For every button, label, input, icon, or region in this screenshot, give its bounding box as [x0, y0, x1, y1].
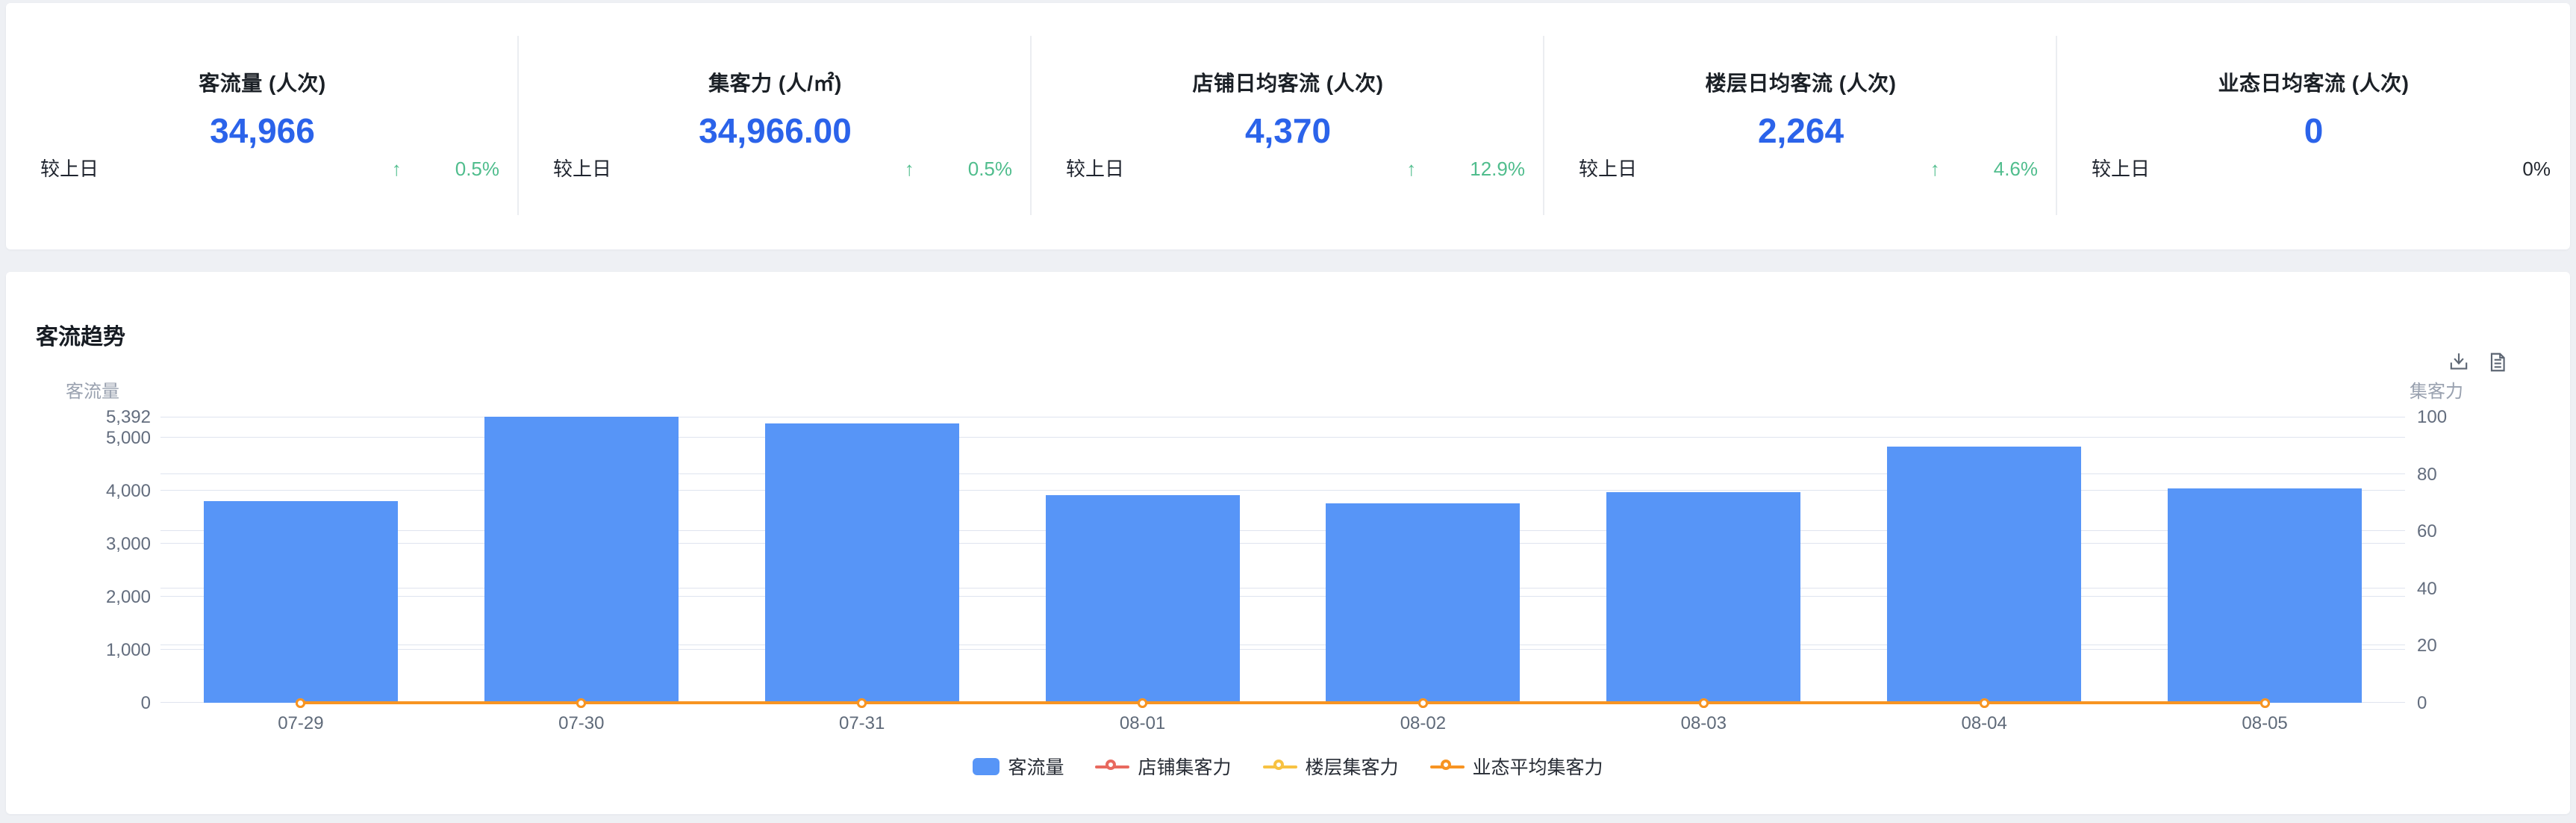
chart-toolbox — [2448, 351, 2509, 373]
x-tick-label: 08-05 — [2209, 713, 2321, 734]
line-marker — [2260, 698, 2270, 708]
kpi-change: 0.5% — [455, 158, 499, 181]
y-tick-label-left: 5,392 — [33, 407, 151, 428]
kpi-change-group: ↑ 0.5% — [392, 158, 499, 181]
kpi-title: 客流量 (人次) — [6, 67, 519, 97]
legend-item[interactable]: 业态平均集客力 — [1430, 753, 1603, 780]
kpi-compare-label: 较上日 — [2092, 154, 2150, 181]
x-tick-label: 07-29 — [245, 713, 357, 734]
line-marker — [857, 698, 867, 708]
x-tick-label: 07-30 — [526, 713, 637, 734]
kpi-compare-label: 较上日 — [1066, 154, 1124, 181]
y-tick-label-left: 3,000 — [33, 534, 151, 555]
kpi-card: 集客力 (人/㎡) 34,966.00 较上日 ↑ 0.5% — [519, 3, 1032, 249]
trend-arrow-icon: ↑ — [1930, 158, 1940, 181]
kpi-change-group: ↑ 4.6% — [1930, 158, 2038, 181]
kpi-change-group: ↑ 0.5% — [905, 158, 1012, 181]
bar — [765, 423, 959, 703]
y-tick-label-right: 20 — [2417, 636, 2507, 656]
y-tick-label-right: 100 — [2417, 407, 2507, 428]
kpi-card: 客流量 (人次) 34,966 较上日 ↑ 0.5% — [6, 3, 519, 249]
legend: 客流量 店铺集客力 楼层集客力 业态平均集客力 — [6, 753, 2570, 780]
kpi-value: 4,370 — [1032, 111, 1544, 151]
y-tick-label-right: 0 — [2417, 693, 2507, 714]
x-tick-label: 08-02 — [1367, 713, 1479, 734]
chart-title: 客流趋势 — [36, 318, 125, 351]
y-tick-label-right: 40 — [2417, 579, 2507, 600]
bar — [1326, 503, 1520, 703]
y-tick-label-left: 1,000 — [33, 640, 151, 661]
x-tick-label: 08-01 — [1087, 713, 1199, 734]
kpi-title: 店铺日均客流 (人次) — [1032, 67, 1544, 97]
bar — [2168, 488, 2362, 703]
report-icon[interactable] — [2486, 351, 2509, 373]
trend-arrow-icon: ↑ — [905, 158, 914, 181]
bar — [484, 417, 679, 703]
line-marker — [1699, 698, 1709, 708]
x-tick-label: 08-04 — [1928, 713, 2040, 734]
legend-label: 店铺集客力 — [1138, 753, 1231, 780]
y-axis-name-left: 客流量 — [33, 376, 152, 403]
line-series — [301, 701, 2265, 704]
kpi-change: 12.9% — [1470, 158, 1525, 181]
legend-ring-icon — [1441, 760, 1451, 770]
line-marker — [296, 698, 305, 708]
bar — [204, 501, 398, 703]
download-icon[interactable] — [2448, 351, 2470, 373]
legend-label: 客流量 — [1008, 753, 1064, 780]
kpi-title: 集客力 (人/㎡) — [519, 67, 1032, 97]
trend-arrow-icon: ↑ — [392, 158, 402, 181]
kpi-card: 业态日均客流 (人次) 0 较上日 0% — [2057, 3, 2570, 249]
kpi-change-group: ↑ 12.9% — [1406, 158, 1525, 181]
y-axis-name-right: 集客力 — [2410, 376, 2499, 403]
y-tick-label-left: 5,000 — [33, 428, 151, 449]
line-marker — [576, 698, 586, 708]
legend-label: 业态平均集客力 — [1473, 753, 1603, 780]
kpi-card: 楼层日均客流 (人次) 2,264 较上日 ↑ 4.6% — [1544, 3, 2057, 249]
x-tick-label: 08-03 — [1647, 713, 1759, 734]
kpi-strip: 客流量 (人次) 34,966 较上日 ↑ 0.5% 集客力 (人/㎡) 34,… — [6, 3, 2570, 249]
kpi-compare-label: 较上日 — [40, 154, 99, 181]
kpi-value: 2,264 — [1544, 111, 2057, 151]
y-tick-label-right: 60 — [2417, 521, 2507, 542]
bar — [1887, 447, 2081, 703]
kpi-title: 楼层日均客流 (人次) — [1544, 67, 2057, 97]
kpi-card: 店铺日均客流 (人次) 4,370 较上日 ↑ 12.9% — [1032, 3, 1544, 249]
kpi-value: 0 — [2057, 111, 2570, 151]
legend-item[interactable]: 客流量 — [973, 753, 1064, 780]
bar — [1606, 492, 1800, 703]
legend-line-swatch-icon — [1263, 760, 1297, 774]
y-tick-label-left: 2,000 — [33, 587, 151, 608]
x-tick-label: 07-31 — [806, 713, 918, 734]
kpi-compare-label: 较上日 — [553, 154, 611, 181]
legend-bar-swatch-icon — [973, 758, 999, 775]
legend-label: 楼层集客力 — [1306, 753, 1399, 780]
legend-item[interactable]: 楼层集客力 — [1263, 753, 1399, 780]
kpi-value: 34,966.00 — [519, 111, 1032, 151]
y-tick-label-left: 0 — [33, 693, 151, 714]
kpi-change: 4.6% — [1994, 158, 2038, 181]
legend-ring-icon — [1273, 760, 1284, 770]
legend-line-swatch-icon — [1430, 760, 1465, 774]
kpi-value: 34,966 — [6, 111, 519, 151]
chart-card: 客流趋势 客流量 集客力 客流量店铺集客力楼层集客力业态平均集客力 01,000… — [6, 272, 2570, 814]
legend-line-swatch-icon — [1095, 760, 1129, 774]
line-marker — [1980, 698, 1989, 708]
y-tick-label-left: 4,000 — [33, 481, 151, 502]
kpi-compare-label: 较上日 — [1579, 154, 1637, 181]
trend-arrow-icon: ↑ — [1406, 158, 1416, 181]
line-marker — [1138, 698, 1147, 708]
legend-ring-icon — [1105, 760, 1116, 770]
bar — [1046, 495, 1240, 703]
legend-item[interactable]: 店铺集客力 — [1095, 753, 1231, 780]
y-tick-label-right: 80 — [2417, 465, 2507, 485]
kpi-change-group: 0% — [2469, 158, 2551, 181]
plot-area — [160, 417, 2405, 703]
kpi-title: 业态日均客流 (人次) — [2057, 67, 2570, 97]
kpi-change: 0.5% — [968, 158, 1012, 181]
kpi-change: 0% — [2522, 158, 2551, 181]
line-marker — [1418, 698, 1428, 708]
